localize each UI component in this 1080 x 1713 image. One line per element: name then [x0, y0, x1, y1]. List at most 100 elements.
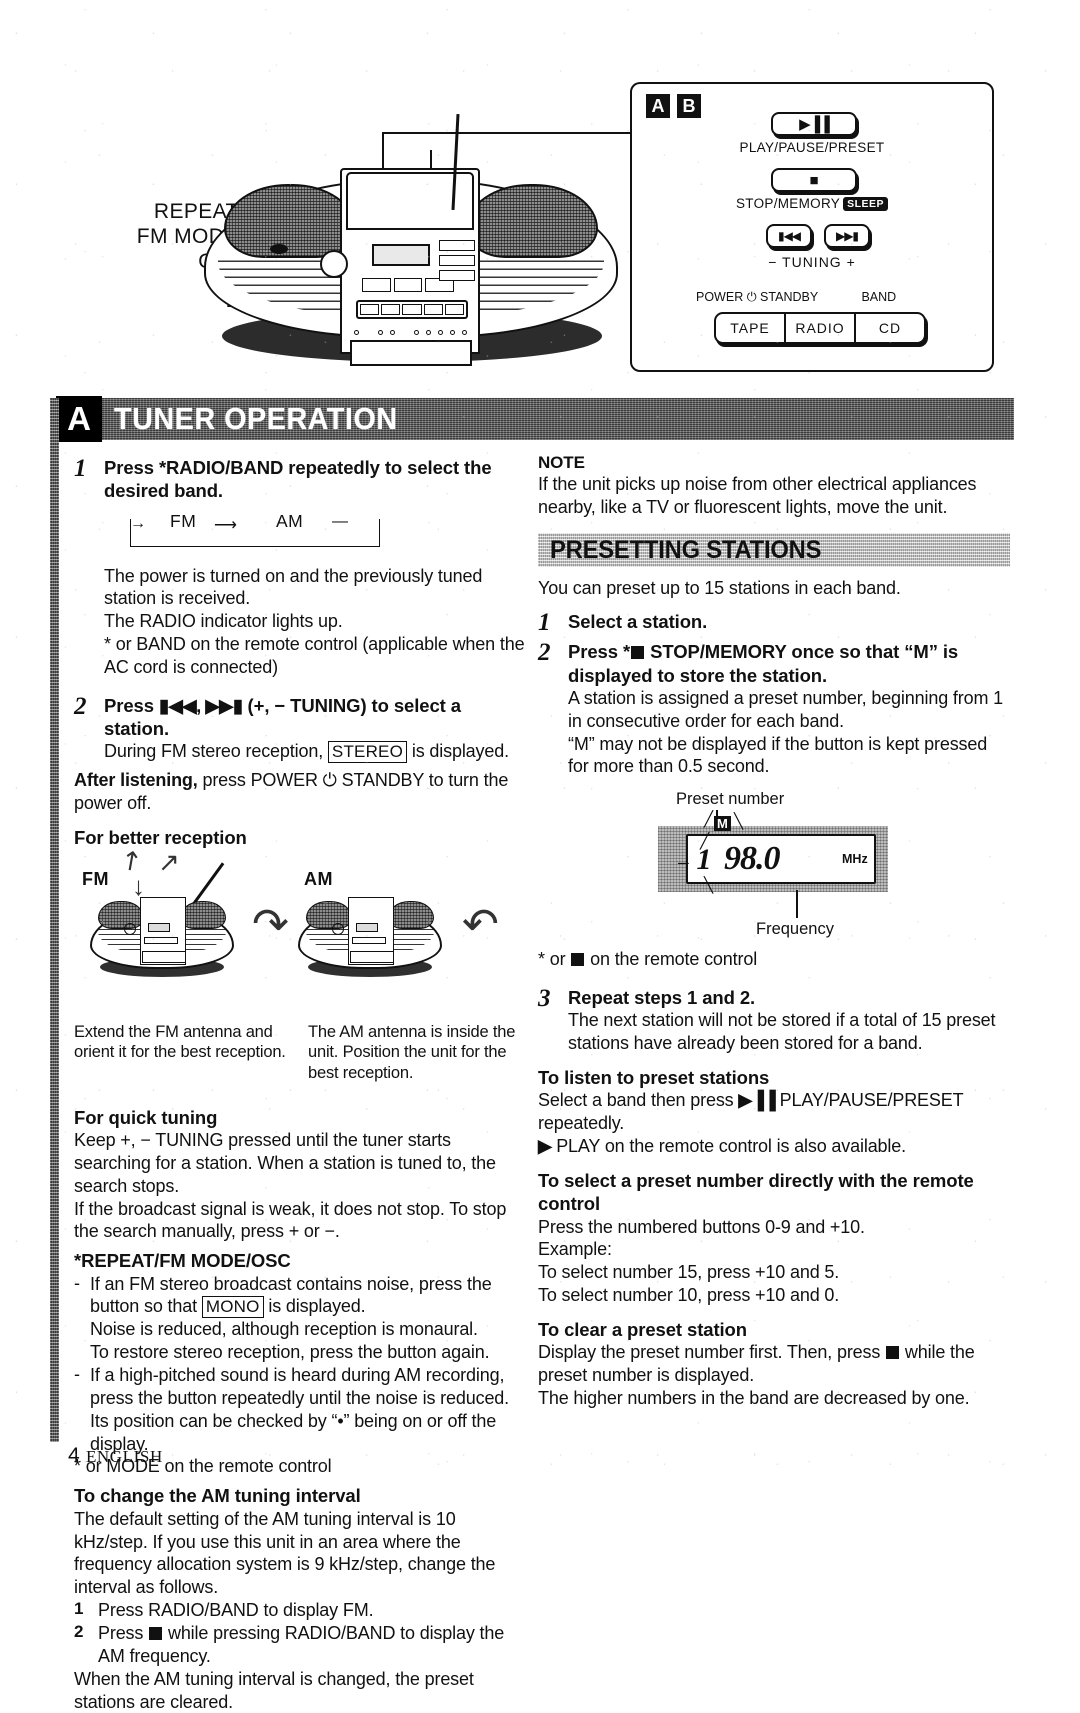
cd-button[interactable]: CD [856, 314, 924, 342]
preset-step-1: 1 Select a station. [538, 609, 1010, 636]
stereo-indicator-boxed: STEREO [327, 741, 408, 763]
step-2-heading: Press ▮◀◀, ▶▶▮ (+, − TUNING) to select a… [104, 694, 529, 741]
lcd-frequency: 98.0 [724, 840, 780, 878]
direct-body-1: Press the numbered buttons 0-9 and +10. [538, 1216, 865, 1237]
play-pause-preset-button[interactable]: ▶▐▐ [771, 112, 857, 136]
listen-pre: Select a band then press [538, 1090, 739, 1111]
step-1-body-1: The power is turned on and the previousl… [104, 565, 483, 609]
repeat-b1-c: Noise is reduced, although reception is … [90, 1319, 478, 1340]
am-interval-body: The default setting of the AM tuning int… [74, 1508, 496, 1598]
play-pause-preset-caption: PLAY/PAUSE/PRESET [739, 140, 885, 155]
am-item-2-pre: Press [98, 1622, 149, 1643]
skip-forward-icon: ▶▶▮ [835, 229, 859, 243]
stop-memory-label: STOP/MEMORY [735, 196, 841, 211]
section-badge-a: A [56, 396, 102, 442]
page-language: ENGLISH [85, 1447, 163, 1466]
repeat-b1-d: To restore stereo reception, press the b… [90, 1342, 490, 1363]
blink-ray-nw: ╱ [700, 833, 710, 851]
direct-body-4: To select number 10, press +10 and 0. [538, 1285, 840, 1306]
tuning-label: TUNING [782, 254, 842, 270]
fm-arrow-up-right: ↗ [158, 847, 180, 878]
bullet-dash-1: - [74, 1272, 80, 1293]
am-interval-heading: To change the AM tuning interval [74, 1485, 361, 1507]
tuning-minus: − [768, 254, 778, 270]
repeat-bullet-1: - If an FM stereo broadcast contains noi… [74, 1273, 529, 1364]
preset-number-label: Preset number [676, 790, 785, 809]
stop-memory-button[interactable]: ■ [771, 168, 857, 192]
boombox-am-figure [296, 893, 444, 979]
boombox-speaker-right [466, 184, 598, 258]
panel-leader-horizontal [382, 132, 630, 134]
sleep-badge: SLEEP [843, 197, 888, 212]
top-illustration-area: REPEAT/ FM MODE/ OSC Ω [0, 0, 1080, 392]
remote-note-pre: * or [538, 949, 571, 970]
clear-pre: Display the preset number first. Then, p… [538, 1342, 886, 1363]
am-item-1-text: Press RADIO/BAND to display FM. [98, 1600, 374, 1621]
preset-step-2-pre: Press * [568, 641, 631, 663]
radio-button[interactable]: RADIO [786, 314, 856, 342]
stop-square-icon-inline-1 [149, 1626, 163, 1640]
source-row-labels: POWER ⏻ STANDBY BAND [696, 290, 946, 305]
blink-ray-left: ─ [678, 855, 689, 873]
tuning-symbols: ▮◀◀, ▶▶▮ [158, 694, 243, 716]
after-listening: After listening, press POWER ⏻ STANDBY t… [74, 769, 529, 815]
preset-step-2-number: 2 [538, 639, 551, 667]
step-1-body-3: * or BAND on the remote control (applica… [104, 634, 525, 678]
presetting-stations-title: PRESETTING STATIONS [550, 536, 822, 565]
left-column: 1 Press *RADIO/BAND repeatedly to select… [74, 452, 529, 1713]
listen-body-2: PLAY on the remote control is also avail… [551, 1136, 906, 1157]
reception-figures: FM ↗ ↗ ↓ AM ↷ ↶ [74, 842, 529, 1005]
presetting-intro: You can preset up to 15 stations in each… [538, 578, 901, 599]
tuning-plus: + [846, 254, 856, 270]
listen-preset-heading: To listen to preset stations [538, 1067, 770, 1089]
lcd-display-figure: Preset number 1 98.0 MHz M ─ ╱ ╲ ╲ ╱ Fre… [538, 790, 1010, 942]
note-body: If the unit picks up noise from other el… [538, 474, 977, 518]
am-interval-item-2: 2 Press while pressing RADIO/BAND to dis… [74, 1622, 529, 1668]
play-pause-icon: ▶▐▐ [799, 116, 830, 133]
repeat-bullet-2: - If a high-pitched sound is heard durin… [74, 1364, 529, 1455]
step-1: 1 Press *RADIO/BAND repeatedly to select… [74, 455, 529, 503]
section-title: TUNER OPERATION [114, 401, 398, 436]
listen-preset-body-2: ▶ PLAY on the remote control is also ava… [538, 1135, 1010, 1158]
step-2-heading-pre: Press [104, 694, 159, 716]
step-2-number: 2 [74, 692, 87, 720]
tuning-up-button[interactable]: ▶▶▮ [824, 224, 870, 248]
step-1-heading: Press *RADIO/BAND repeatedly to select t… [104, 457, 492, 502]
direct-body-2: Example: [538, 1239, 612, 1260]
source-button-row: TAPE RADIO CD [714, 312, 926, 344]
boombox-volume-knob [320, 250, 348, 278]
stop-square-icon-inline-2 [631, 646, 645, 660]
boombox-cassette-keys [356, 300, 468, 319]
am-interval-closing: When the AM tuning interval is changed, … [74, 1668, 474, 1712]
remote-note-post: on the remote control [585, 949, 758, 970]
clear-preset-body-2: The higher numbers in the band are decre… [538, 1388, 970, 1409]
am-caption: The AM antenna is inside the unit. Posit… [308, 1022, 516, 1082]
stop-memory-caption: STOP/MEMORY SLEEP [632, 196, 992, 212]
badge-a: A [646, 94, 670, 118]
am-item-1-num: 1 [74, 1599, 84, 1619]
blink-ray-sw: ╲ [704, 877, 714, 895]
tuning-down-button[interactable]: ▮◀◀ [766, 224, 812, 248]
mono-indicator-boxed: MONO [201, 1296, 264, 1318]
panel-ab-badges: A B [646, 94, 701, 118]
step-2-body: During FM stereo reception, STEREO is di… [104, 740, 529, 763]
lcd-memory-indicator: M [714, 816, 731, 832]
boombox-cassette-door [350, 340, 472, 366]
after-listening-bold: After listening, [74, 770, 198, 791]
am-item-2-num: 2 [74, 1621, 84, 1641]
band-cycle-arrow-2: ⟶ [214, 516, 237, 534]
am-figure-label: AM [304, 869, 333, 890]
boombox-illustration [196, 113, 626, 375]
fm-caption: Extend the FM antenna and orient it for … [74, 1022, 286, 1062]
step-1-body-2: The RADIO indicator lights up. [104, 611, 343, 632]
am-arrow-right: ↶ [462, 900, 499, 950]
stop-square-icon-inline-4 [886, 1346, 900, 1360]
boombox-display [372, 244, 430, 266]
preset-step-2-heading: Press * STOP/MEMORY once so that “M” is … [568, 640, 1010, 687]
step-2-body-post: is displayed. [407, 741, 509, 762]
boombox-indicator-dots [352, 328, 472, 338]
manual-page: REPEAT/ FM MODE/ OSC Ω [0, 0, 1080, 1712]
direct-body-3: To select number 15, press +10 and 5. [538, 1262, 840, 1283]
tape-button[interactable]: TAPE [716, 314, 786, 342]
tuning-caption: − TUNING + [632, 254, 992, 270]
